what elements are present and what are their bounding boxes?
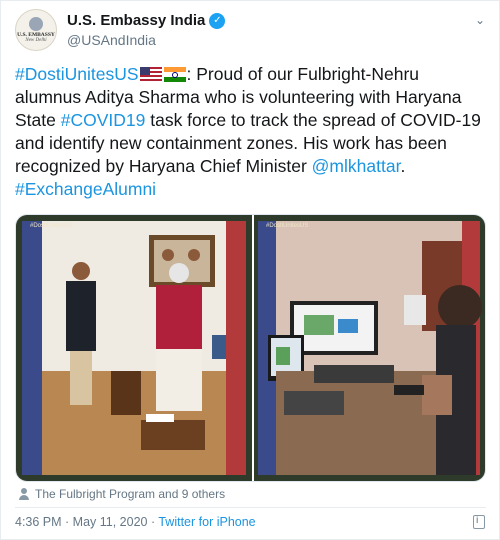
person-icon xyxy=(19,488,29,500)
avatar[interactable]: U.S. EMBASSY New Delhi xyxy=(15,9,57,51)
tagged-users[interactable]: The Fulbright Program and 9 others xyxy=(19,487,225,501)
hashtag-covid19[interactable]: #COVID19 xyxy=(61,110,146,130)
photo-left-tag: #DostiUnitesUS xyxy=(30,223,73,229)
author-names: U.S. Embassy India ✓ @USAndIndia xyxy=(67,11,226,49)
photo-meeting[interactable]: #DostiUnitesUS xyxy=(16,215,252,481)
mention-mlkhattar[interactable]: @mlkhattar xyxy=(312,156,401,176)
india-flag-icon xyxy=(163,67,186,82)
tweet-card: U.S. EMBASSY New Delhi U.S. Embassy Indi… xyxy=(0,0,500,540)
us-flag-icon xyxy=(139,67,162,82)
tweet-text: #DostiUnitesUS: Proud of our Fulbright-N… xyxy=(15,63,485,201)
photo-right-tag: #DostiUnitesUS xyxy=(266,223,309,229)
author-display-name-row[interactable]: U.S. Embassy India ✓ xyxy=(67,11,226,31)
tweet-header: U.S. EMBASSY New Delhi U.S. Embassy Indi… xyxy=(15,9,485,57)
tweet-text-part-3: . xyxy=(400,156,406,176)
tweet-source[interactable]: Twitter for iPhone xyxy=(158,515,255,529)
author-display-name[interactable]: U.S. Embassy India xyxy=(67,11,205,31)
hashtag-dostiunitesus[interactable]: #DostiUnitesUS xyxy=(15,64,139,84)
tagged-users-text[interactable]: The Fulbright Program and 9 others xyxy=(35,487,225,501)
timestamp[interactable]: 4:36 PM · May 11, 2020 · xyxy=(15,515,158,529)
verified-badge-icon: ✓ xyxy=(209,13,226,29)
media-grid: #DostiUnitesUS #DostiUnitesUS xyxy=(15,214,486,482)
tweet-footer: 4:36 PM · May 11, 2020 · Twitter for iPh… xyxy=(15,515,256,529)
avatar-line-2: New Delhi xyxy=(25,37,47,43)
embassy-seal-icon xyxy=(29,16,43,31)
info-icon[interactable] xyxy=(473,515,485,529)
hashtag-exchangealumni[interactable]: #ExchangeAlumni xyxy=(15,179,156,199)
divider xyxy=(15,507,486,508)
photo-workstation[interactable]: #DostiUnitesUS xyxy=(254,215,485,481)
chevron-down-icon[interactable]: ⌄ xyxy=(475,13,485,27)
author-handle[interactable]: @USAndIndia xyxy=(67,31,225,49)
